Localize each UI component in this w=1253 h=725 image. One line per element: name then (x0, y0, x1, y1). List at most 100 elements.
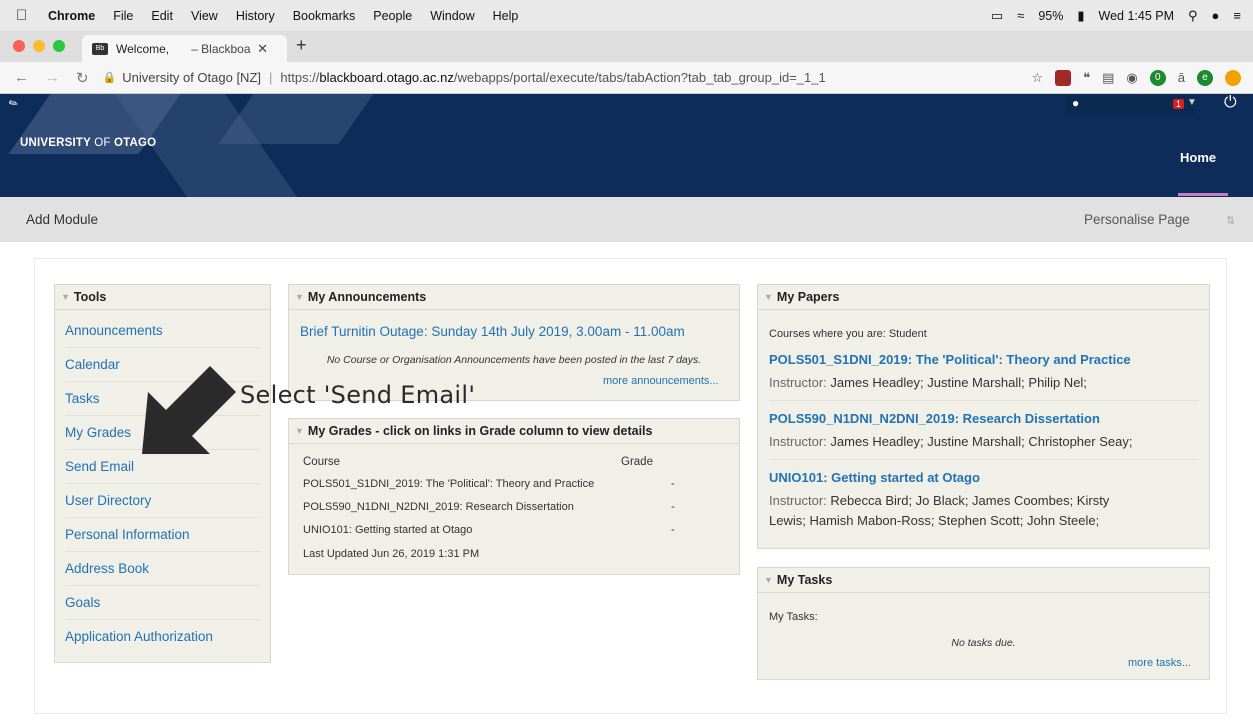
extension-quote-icon[interactable]: ❝ (1083, 70, 1090, 86)
pin-icon[interactable]: ✎ (6, 96, 21, 111)
university-logo[interactable]: UNIVERSITY OF OTAGO (20, 137, 156, 149)
chevron-down-icon[interactable]: ▼ (1187, 97, 1197, 108)
menu-bookmarks[interactable]: Bookmarks (293, 9, 356, 23)
extension-red-icon[interactable] (1055, 69, 1072, 86)
tool-tasks[interactable]: Tasks (65, 391, 100, 406)
extension-badge-icon[interactable]: 0 (1149, 69, 1166, 86)
collapse-icon[interactable]: ▼ (764, 575, 773, 585)
notification-center-icon[interactable]: ≡ (1233, 8, 1241, 23)
tasks-header[interactable]: ▼ My Tasks (758, 568, 1209, 593)
collapse-icon[interactable]: ▼ (61, 292, 70, 302)
tool-calendar[interactable]: Calendar (65, 357, 120, 372)
announcements-header[interactable]: ▼ My Announcements (289, 285, 739, 310)
collapse-icon[interactable]: ▼ (764, 292, 773, 302)
tool-announcements[interactable]: Announcements (65, 323, 163, 338)
menu-file[interactable]: File (113, 9, 133, 23)
battery-percent: 95% (1038, 8, 1064, 23)
grades-module: ▼ My Grades - click on links in Grade col… (288, 418, 740, 575)
menu-view[interactable]: View (191, 9, 218, 23)
module-toolbar: Add Module Personalise Page ⇅ (0, 197, 1253, 242)
wifi-icon[interactable]: ≈ (1017, 8, 1024, 23)
notification-badge[interactable]: 1 (1173, 99, 1185, 109)
battery-icon[interactable]: ▮ (1077, 8, 1084, 24)
paper-instructors: Instructor: James Headley; Justine Marsh… (769, 373, 1189, 393)
browser-tab[interactable]: Bb Welcome, – Blackboard ✕ (82, 35, 287, 62)
lock-icon[interactable]: 🔒 (103, 71, 117, 84)
tool-personal-information[interactable]: Personal Information (65, 527, 190, 542)
blackboard-favicon-icon: Bb (92, 42, 108, 55)
tool-application-authorization[interactable]: Application Authorization (65, 629, 213, 644)
back-icon[interactable]: ← (14, 69, 29, 86)
paper-link[interactable]: UNIO101: Getting started at Otago (769, 470, 980, 485)
grade-row-value[interactable]: - (671, 478, 675, 490)
tools-header[interactable]: ▼ Tools (55, 285, 270, 310)
extension-circle-icon[interactable]: ◉ (1126, 70, 1137, 86)
reorder-icon[interactable]: ⇅ (1226, 214, 1235, 227)
more-tasks-link[interactable]: more tasks... (1128, 657, 1191, 669)
logo-part: OTAGO (110, 137, 157, 149)
menu-help[interactable]: Help (493, 9, 519, 23)
announcements-title: My Announcements (307, 290, 427, 304)
tools-module: ▼ Tools Announcements Calendar Tasks My G… (54, 284, 271, 663)
grade-row-value[interactable]: - (671, 524, 675, 536)
divider (65, 551, 260, 552)
url-separator: | (269, 70, 273, 85)
forward-icon[interactable]: → (45, 69, 60, 86)
papers-header[interactable]: ▼ My Papers (758, 285, 1209, 310)
tasks-title: My Tasks (776, 573, 833, 587)
menu-window[interactable]: Window (430, 9, 474, 23)
menu-chrome[interactable]: Chrome (48, 9, 95, 23)
new-tab-icon[interactable]: + (296, 35, 307, 56)
announcement-link[interactable]: Brief Turnitin Outage: Sunday 14th July … (300, 324, 685, 339)
grades-header[interactable]: ▼ My Grades - click on links in Grade col… (289, 419, 739, 444)
url-field[interactable]: https://blackboard.otago.ac.nz/webapps/p… (280, 70, 825, 85)
user-icon[interactable]: ● (1072, 96, 1079, 110)
profile-avatar-icon[interactable]: e (1197, 69, 1213, 86)
no-tasks-text: No tasks due. (951, 637, 1016, 649)
divider (769, 400, 1199, 401)
logout-power-icon[interactable]: ⏻ (1224, 94, 1237, 112)
personalise-page-button[interactable]: Personalise Page (1084, 212, 1190, 227)
menu-people[interactable]: People (373, 9, 412, 23)
tool-user-directory[interactable]: User Directory (65, 493, 151, 508)
window-minimize-icon[interactable] (33, 40, 45, 52)
papers-role: Courses where you are: Student (769, 328, 927, 340)
bookmark-star-icon[interactable]: ☆ (1031, 70, 1043, 86)
paper-link[interactable]: POLS590_N1DNI_N2DNI_2019: Research Disse… (769, 411, 1100, 426)
clock[interactable]: Wed 1:45 PM (1099, 9, 1175, 23)
grade-row-value[interactable]: - (671, 501, 675, 513)
window-zoom-icon[interactable] (53, 40, 65, 52)
extension-amazon-icon[interactable]: ā (1178, 70, 1185, 85)
apple-icon[interactable]:  (16, 7, 32, 24)
paper-link[interactable]: POLS501_S1DNI_2019: The 'Political': The… (769, 352, 1131, 367)
add-module-button[interactable]: Add Module (26, 212, 98, 227)
papers-title: My Papers (776, 290, 840, 304)
extension-chat-icon[interactable]: ▤ (1102, 70, 1114, 86)
spotlight-search-icon[interactable]: ⚲ (1188, 8, 1198, 24)
tab-home[interactable]: Home (1180, 150, 1216, 165)
menu-edit[interactable]: Edit (151, 9, 173, 23)
airplay-icon[interactable]: ▭ (991, 8, 1003, 24)
tool-goals[interactable]: Goals (65, 595, 100, 610)
url-prefix: https:// (280, 70, 320, 85)
siri-icon[interactable]: ● (1212, 8, 1220, 23)
collapse-icon[interactable]: ▼ (295, 292, 304, 302)
site-identity[interactable]: University of Otago [NZ] (122, 70, 261, 85)
tab-close-icon[interactable]: ✕ (257, 41, 268, 57)
no-announcements-text: No Course or Organisation Announcements … (326, 354, 702, 366)
more-announcements-link[interactable]: more announcements... (603, 375, 719, 387)
grade-row-course: POLS590_N1DNI_N2DNI_2019: Research Disse… (303, 501, 574, 513)
institution-banner: ✎ UNIVERSITY OF OTAGO ● 1 ▼ ⏻ Home (0, 94, 1253, 197)
active-tab-indicator (1178, 193, 1228, 196)
logo-part: OF (94, 137, 111, 149)
tool-send-email[interactable]: Send Email (65, 459, 134, 474)
reload-icon[interactable]: ↻ (76, 69, 89, 87)
banner-decoration (218, 94, 402, 144)
tool-my-grades[interactable]: My Grades (65, 425, 131, 440)
divider (65, 483, 260, 484)
extension-orange-icon[interactable] (1225, 69, 1241, 86)
menu-history[interactable]: History (236, 9, 275, 23)
window-close-icon[interactable] (13, 40, 25, 52)
collapse-icon[interactable]: ▼ (295, 426, 304, 436)
tool-address-book[interactable]: Address Book (65, 561, 149, 576)
